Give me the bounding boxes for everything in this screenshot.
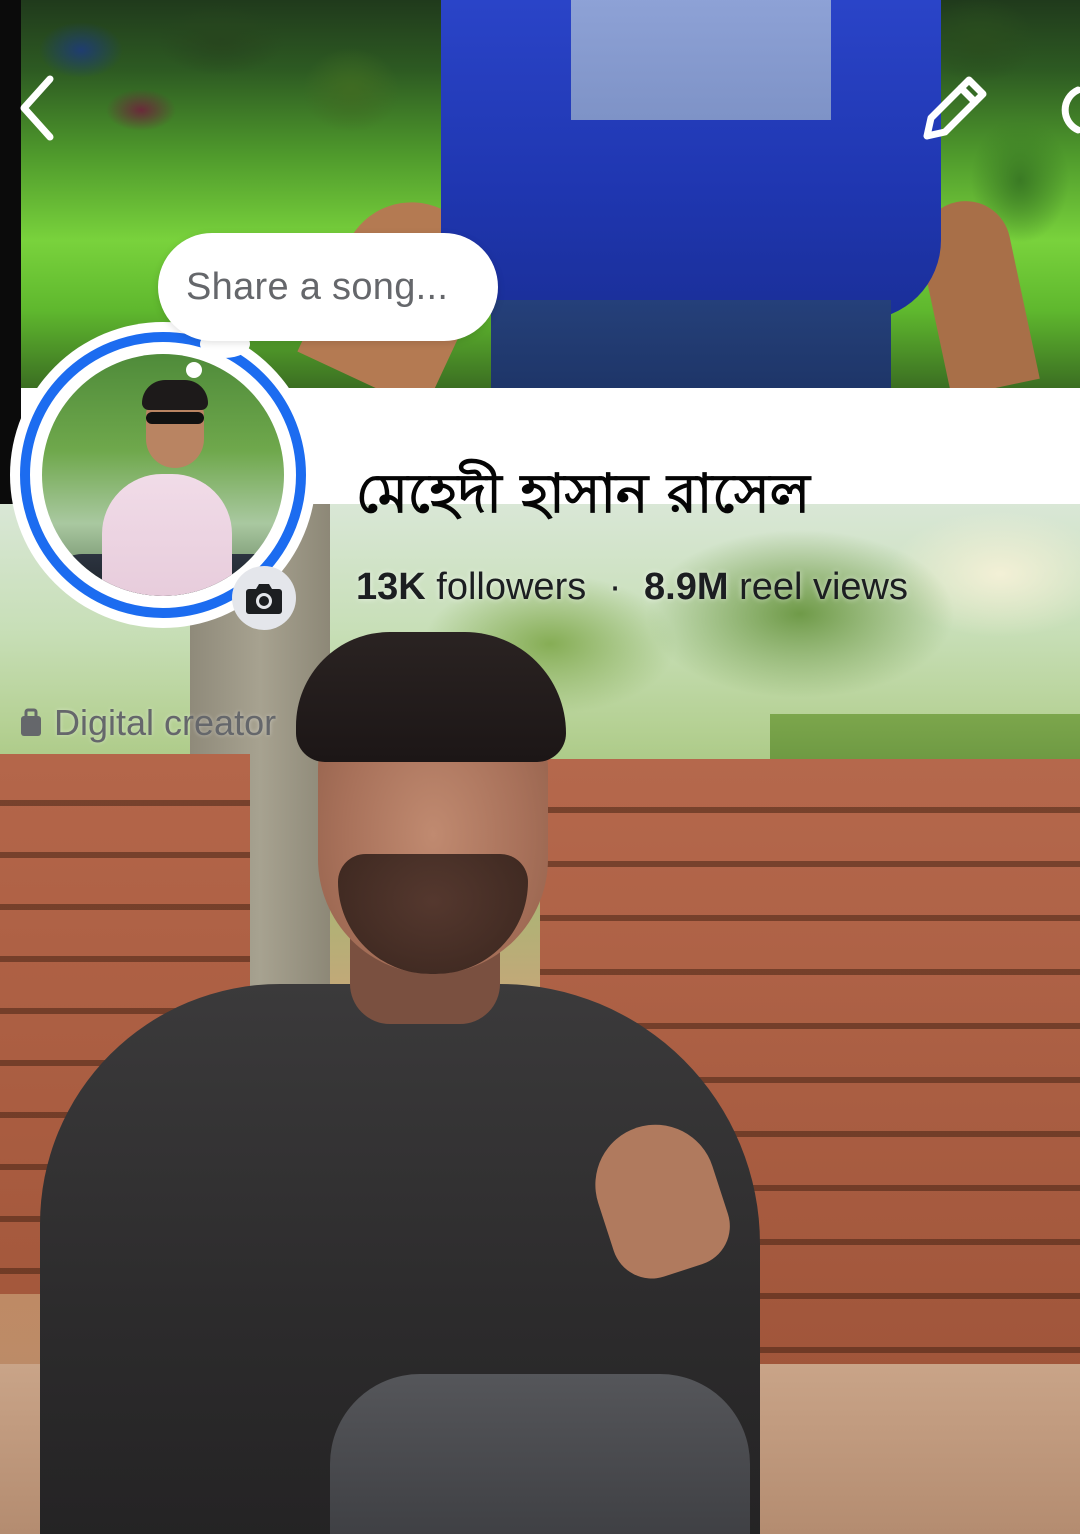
followers-count[interactable]: 13K	[356, 566, 426, 608]
update-photo-button[interactable]	[232, 566, 296, 630]
background-video	[0, 504, 1080, 1534]
back-button[interactable]	[14, 70, 62, 146]
chevron-left-icon	[20, 75, 54, 141]
share-song-placeholder: Share a song...	[186, 265, 449, 308]
song-bubble-tail-dot	[186, 362, 202, 378]
profile-name: মেহেদী হাসান রাসেল	[356, 462, 810, 525]
reel-views-label: reel views	[739, 566, 909, 608]
reel-views-count: 8.9M	[644, 566, 729, 608]
edit-cover-button[interactable]	[905, 62, 1001, 158]
profile-stats: 13K followers · 8.9M reel views	[356, 566, 908, 609]
share-song-button[interactable]: Share a song...	[158, 233, 498, 341]
pencil-icon	[923, 76, 987, 140]
avatar-photo	[42, 354, 284, 596]
profile-category: Digital creator	[20, 702, 276, 744]
camera-icon	[246, 584, 282, 614]
followers-label[interactable]: followers	[436, 566, 586, 608]
stats-separator: ·	[608, 566, 622, 608]
briefcase-icon	[21, 708, 41, 736]
category-label: Digital creator	[54, 702, 277, 743]
more-icon[interactable]	[1058, 70, 1080, 150]
